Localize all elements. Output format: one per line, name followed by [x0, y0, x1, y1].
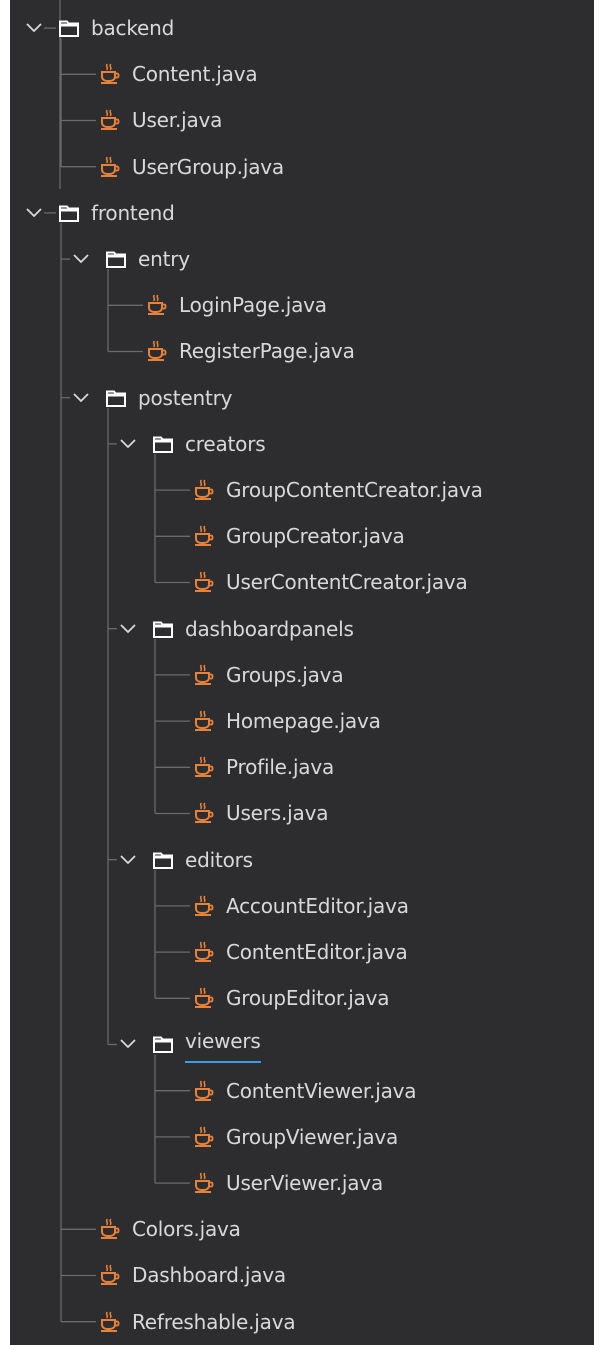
tree-item-label: viewers: [185, 1021, 261, 1064]
java-coffee-icon: [193, 1126, 215, 1148]
tree-folder-dashboardpanels[interactable]: dashboardpanels: [10, 606, 594, 652]
tree-item-label: UserGroup.java: [132, 154, 284, 179]
tree-item-label: Dashboard.java: [132, 1263, 286, 1288]
tree-file-contentviewer-java[interactable]: ContentViewer.java: [10, 1068, 594, 1114]
java-coffee-icon: [193, 664, 215, 686]
folder-icon: [152, 433, 174, 455]
java-coffee-icon: [193, 802, 215, 824]
chevron-down-icon[interactable]: [25, 207, 43, 219]
tree-item-label: LoginPage.java: [179, 293, 327, 318]
java-coffee-icon: [193, 941, 215, 963]
tree-file-homepage-java[interactable]: Homepage.java: [10, 698, 594, 744]
tree-folder-postentry[interactable]: postentry: [10, 375, 594, 421]
java-coffee-icon: [99, 1311, 121, 1333]
folder-icon: [58, 202, 80, 224]
tree-item-label: Users.java: [226, 801, 329, 826]
tree-file-profile-java[interactable]: Profile.java: [10, 744, 594, 790]
project-tree-panel: backend Content.java User.java UserGroup.ja…: [10, 0, 594, 1345]
tree-file-groupviewer-java[interactable]: GroupViewer.java: [10, 1114, 594, 1160]
java-coffee-icon: [193, 987, 215, 1009]
java-coffee-icon: [193, 895, 215, 917]
tree-file-dashboard-java[interactable]: Dashboard.java: [10, 1252, 594, 1298]
java-coffee-icon: [193, 710, 215, 732]
tree-item-label: GroupContentCreator.java: [226, 478, 483, 502]
tree-file-loginpage-java[interactable]: LoginPage.java: [10, 282, 594, 328]
folder-icon: [58, 17, 80, 39]
tree-folder-editors[interactable]: editors: [10, 837, 594, 883]
tree-item-label: Refreshable.java: [132, 1309, 296, 1334]
tree-item-label: ContentViewer.java: [226, 1078, 417, 1103]
tree-file-colors-java[interactable]: Colors.java: [10, 1206, 594, 1252]
tree-item-label: entry: [138, 247, 190, 271]
tree-folder-entry[interactable]: entry: [10, 236, 594, 282]
tree-item-label: Content.java: [132, 62, 258, 87]
tree-item-label: dashboardpanels: [185, 616, 354, 641]
java-coffee-icon: [146, 340, 168, 362]
tree-file-usercontentcreator-java[interactable]: UserContentCreator.java: [10, 559, 594, 605]
tree-item-label: GroupEditor.java: [226, 986, 390, 1011]
tree-item-label: Colors.java: [132, 1217, 241, 1242]
tree-item-label: GroupCreator.java: [226, 524, 405, 549]
java-coffee-icon: [146, 294, 168, 316]
java-coffee-icon: [193, 756, 215, 778]
tree-item-label: Profile.java: [226, 755, 335, 780]
tree-item-label: UserContentCreator.java: [226, 570, 468, 595]
tree-item-label: UserViewer.java: [226, 1171, 384, 1195]
tree-item-label: Homepage.java: [226, 709, 381, 733]
chevron-down-icon[interactable]: [119, 854, 137, 866]
tree-file-refreshable-java[interactable]: Refreshable.java: [10, 1299, 594, 1345]
tree-file-users-java[interactable]: Users.java: [10, 790, 594, 836]
folder-icon: [152, 1033, 174, 1055]
tree-folder-backend[interactable]: backend: [10, 5, 594, 51]
folder-icon: [105, 387, 127, 409]
java-coffee-icon: [99, 1264, 121, 1286]
java-coffee-icon: [193, 525, 215, 547]
tree-file-content-java[interactable]: Content.java: [10, 51, 594, 97]
tree-folder-frontend[interactable]: frontend: [10, 190, 594, 236]
tree-file-contenteditor-java[interactable]: ContentEditor.java: [10, 929, 594, 975]
tree-item-label: User.java: [132, 108, 223, 133]
tree-file-usergroup-java[interactable]: UserGroup.java: [10, 144, 594, 190]
tree-folder-creators[interactable]: creators: [10, 421, 594, 467]
folder-icon: [105, 248, 127, 270]
java-coffee-icon: [99, 156, 121, 178]
chevron-down-icon[interactable]: [25, 22, 43, 34]
chevron-down-icon[interactable]: [72, 253, 90, 265]
java-coffee-icon: [193, 479, 215, 501]
java-coffee-icon: [99, 1218, 121, 1240]
chevron-down-icon[interactable]: [72, 392, 90, 404]
java-coffee-icon: [193, 571, 215, 593]
tree-file-userviewer-java[interactable]: UserViewer.java: [10, 1160, 594, 1206]
tree-item-label: ContentEditor.java: [226, 940, 408, 964]
java-coffee-icon: [99, 63, 121, 85]
java-coffee-icon: [193, 1172, 215, 1194]
chevron-down-icon[interactable]: [119, 1038, 137, 1050]
tree-item-label: GroupViewer.java: [226, 1124, 399, 1149]
java-coffee-icon: [193, 1080, 215, 1102]
tree-item-label: creators: [185, 431, 266, 456]
chevron-down-icon[interactable]: [119, 438, 137, 450]
tree-file-groups-java[interactable]: Groups.java: [10, 652, 594, 698]
tree-item-label: AccountEditor.java: [226, 893, 409, 918]
tree-file-accounteditor-java[interactable]: AccountEditor.java: [10, 883, 594, 929]
folder-icon: [152, 849, 174, 871]
tree-file-groupcontentcreator-java[interactable]: GroupContentCreator.java: [10, 467, 594, 513]
tree-file-registerpage-java[interactable]: RegisterPage.java: [10, 328, 594, 374]
tree-item-label: frontend: [91, 200, 175, 225]
tree-file-user-java[interactable]: User.java: [10, 97, 594, 143]
tree-item-label: postentry: [138, 385, 233, 410]
tree-item-label: editors: [185, 847, 253, 872]
java-coffee-icon: [99, 109, 121, 131]
folder-icon: [152, 618, 174, 640]
tree-item-label: backend: [91, 16, 175, 40]
tree-item-label: RegisterPage.java: [179, 339, 355, 364]
tree-item-label: Groups.java: [226, 662, 344, 687]
tree-folder-viewers[interactable]: viewers: [10, 1021, 594, 1067]
tree-file-groupcreator-java[interactable]: GroupCreator.java: [10, 513, 594, 559]
chevron-down-icon[interactable]: [119, 623, 137, 635]
tree-file-groupeditor-java[interactable]: GroupEditor.java: [10, 975, 594, 1021]
